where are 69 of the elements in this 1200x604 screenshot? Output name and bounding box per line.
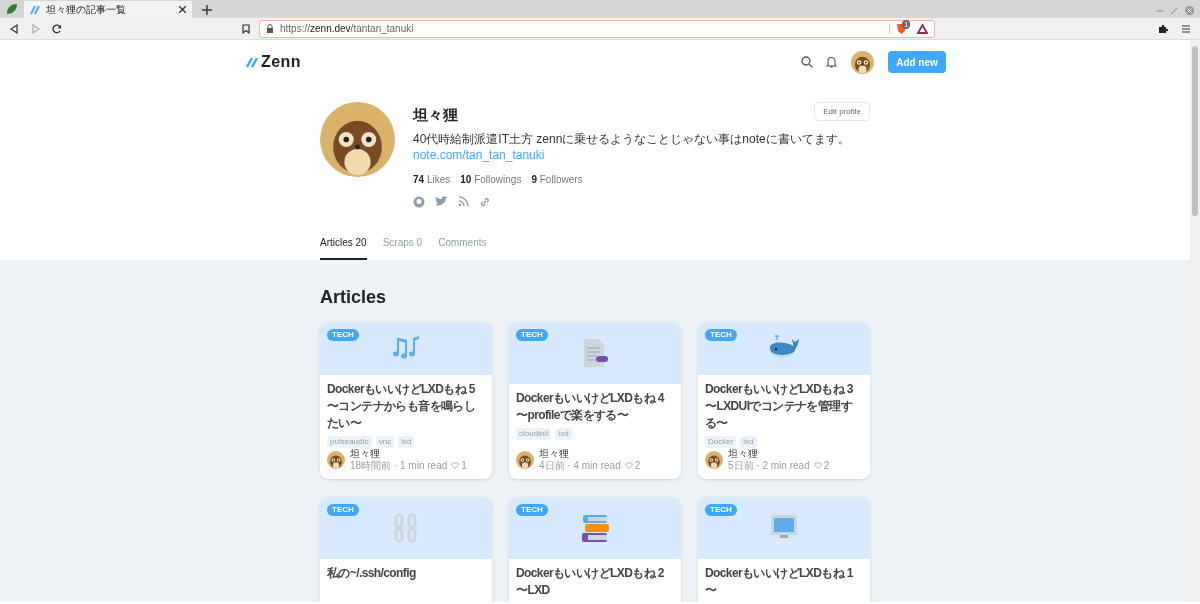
heart-icon bbox=[624, 462, 633, 469]
url-text: https://zenn.dev/tantan_tanuki bbox=[280, 22, 415, 36]
author-avatar bbox=[327, 450, 345, 469]
section-heading: Articles bbox=[320, 285, 388, 308]
link-icon[interactable] bbox=[479, 195, 491, 208]
restore-icon[interactable] bbox=[1171, 7, 1177, 14]
tech-badge: TECH bbox=[705, 503, 737, 516]
rss-icon[interactable] bbox=[458, 196, 469, 207]
article-card[interactable]: TECH DockerもいいけどLXDもね 3 〜LXDUIでコンテナを管理する〜 Docker lxd 坦々狸 5日前 · 2 min read 2 bbox=[698, 321, 870, 479]
puzzle-icon[interactable] bbox=[1158, 23, 1168, 34]
books-icon bbox=[580, 512, 610, 543]
tech-badge: TECH bbox=[327, 328, 359, 341]
article-card[interactable]: TECH DockerもいいけどLXDもね 5 〜コンテナからも音を鳴らしたい〜 pulseaudio vnc lxd 坦々狸 18時間前 · 1 min read 1 bbox=[320, 321, 492, 479]
triangle-icon[interactable] bbox=[917, 23, 928, 34]
heart-icon bbox=[813, 462, 822, 469]
site-logo[interactable]: Zenn bbox=[246, 50, 301, 74]
article-title[interactable]: DockerもいいけどLXDもね 5 〜コンテナからも音を鳴らしたい〜 bbox=[327, 380, 485, 432]
article-card[interactable]: TECH DockerもいいけどLXDもね 4 〜profileで楽をする〜 cloudinit lxd 坦々狸 4日前 · 4 min read 2 bbox=[509, 321, 681, 479]
article-title[interactable]: DockerもいいけどLXDもね 2 〜LXD bbox=[516, 564, 674, 599]
monitor-icon bbox=[769, 512, 799, 543]
profile-bio: 40代時給制派遣IT土方 zennに乗せるようなことじゃない事はnoteに書いてます。 note.com/tan_tan_tanuki bbox=[413, 130, 851, 163]
scrollbar[interactable] bbox=[1190, 40, 1200, 602]
back-icon[interactable] bbox=[10, 23, 18, 34]
heart-icon bbox=[451, 462, 460, 469]
profile-stat[interactable]: 9 Followers bbox=[531, 171, 583, 187]
edit-profile-button[interactable]: Edit profile bbox=[814, 102, 870, 121]
profile-stat[interactable]: 74 Likes bbox=[413, 171, 451, 187]
author-name[interactable]: 坦々狸 bbox=[728, 447, 830, 460]
zenn-logo-icon bbox=[30, 4, 40, 15]
tech-badge: TECH bbox=[327, 503, 359, 516]
bookmark-icon[interactable] bbox=[242, 23, 250, 34]
twitter-icon[interactable] bbox=[435, 196, 448, 207]
article-title[interactable]: DockerもいいけどLXDもね 3 〜LXDUIでコンテナを管理する〜 bbox=[705, 380, 863, 432]
article-meta: 5日前 · 2 min read bbox=[728, 459, 810, 472]
lock-icon bbox=[266, 24, 274, 33]
author-avatar bbox=[705, 450, 723, 469]
shield-count-badge: 1 bbox=[902, 19, 911, 29]
tech-badge: TECH bbox=[516, 328, 548, 341]
tab-title: 坦々狸の記事一覧 bbox=[46, 3, 127, 17]
article-title[interactable]: DockerもいいけどLXDもね 1 〜 bbox=[705, 564, 863, 599]
close-icon[interactable] bbox=[179, 6, 186, 13]
profile-name: 坦々狸 bbox=[413, 105, 458, 125]
author-name[interactable]: 坦々狸 bbox=[539, 447, 641, 460]
leaf-icon[interactable] bbox=[6, 3, 18, 15]
tech-badge: TECH bbox=[705, 328, 737, 341]
article-meta: 4日前 · 4 min read bbox=[539, 459, 621, 472]
logo-mark-icon bbox=[246, 56, 258, 68]
document-icon bbox=[581, 337, 609, 368]
forward-icon[interactable] bbox=[32, 23, 40, 34]
new-tab-icon[interactable] bbox=[202, 5, 212, 15]
browser-tab[interactable]: 坦々狸の記事一覧 bbox=[24, 1, 192, 18]
search-icon[interactable] bbox=[801, 56, 813, 68]
chain-icon bbox=[393, 512, 419, 543]
article-card[interactable]: TECH 私の~/.ssh/config bbox=[320, 496, 492, 602]
address-bar[interactable]: https://zenn.dev/tantan_tanuki 1 bbox=[259, 19, 935, 38]
tech-badge: TECH bbox=[516, 503, 548, 516]
author-avatar bbox=[516, 450, 534, 469]
github-icon[interactable] bbox=[413, 195, 425, 208]
user-avatar bbox=[851, 50, 874, 74]
menu-icon[interactable] bbox=[1182, 24, 1190, 33]
article-meta: 18時間前 · 1 min read bbox=[350, 459, 448, 472]
article-card[interactable]: TECH DockerもいいけどLXDもね 2 〜LXD bbox=[509, 496, 681, 602]
profile-stat[interactable]: 10 Followings bbox=[460, 171, 522, 187]
bell-icon[interactable] bbox=[826, 56, 837, 68]
reload-icon[interactable] bbox=[52, 23, 62, 34]
author-name[interactable]: 坦々狸 bbox=[350, 447, 467, 460]
article-card[interactable]: TECH DockerもいいけどLXDもね 1 〜 bbox=[698, 496, 870, 602]
article-title[interactable]: 私の~/.ssh/config bbox=[327, 564, 485, 582]
article-title[interactable]: DockerもいいけどLXDもね 4 〜profileで楽をする〜 bbox=[516, 389, 674, 424]
